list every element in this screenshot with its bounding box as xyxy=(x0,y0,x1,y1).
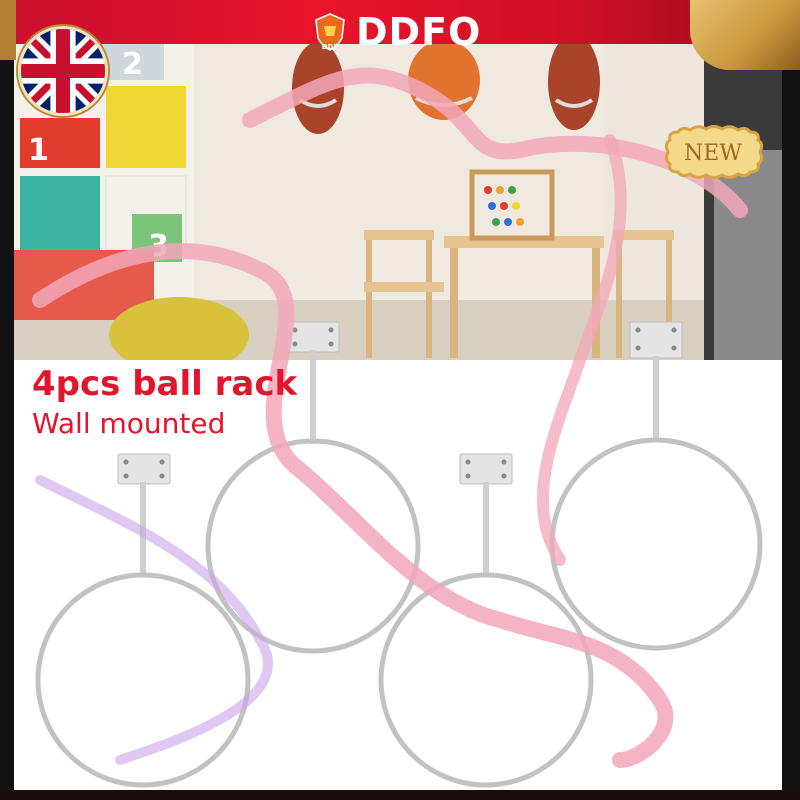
frame-right xyxy=(782,0,800,800)
gold-corner-right xyxy=(690,0,800,70)
brand-logo: DDF DDFO xyxy=(312,10,482,54)
ball-rack-4 xyxy=(549,321,763,651)
brand-badge-label: DDF xyxy=(322,43,339,51)
product-image: 1 2 3 DDF DDFO NEW 4pcs ball rack Wall m… xyxy=(0,0,800,800)
new-badge-icon: NEW xyxy=(660,124,766,180)
brand-shield-icon: DDF xyxy=(312,12,348,52)
product-caption: 4pcs ball rack Wall mounted xyxy=(32,364,297,444)
product-subtitle: Wall mounted xyxy=(32,407,226,440)
product-title: 4pcs ball rack xyxy=(32,364,298,404)
gold-corner-left xyxy=(0,0,16,60)
brand-name: DDFO xyxy=(356,10,482,54)
new-badge-label: NEW xyxy=(684,141,742,166)
frame-left xyxy=(0,0,14,800)
frame-bottom xyxy=(0,790,800,800)
uk-flag-icon xyxy=(18,26,108,116)
